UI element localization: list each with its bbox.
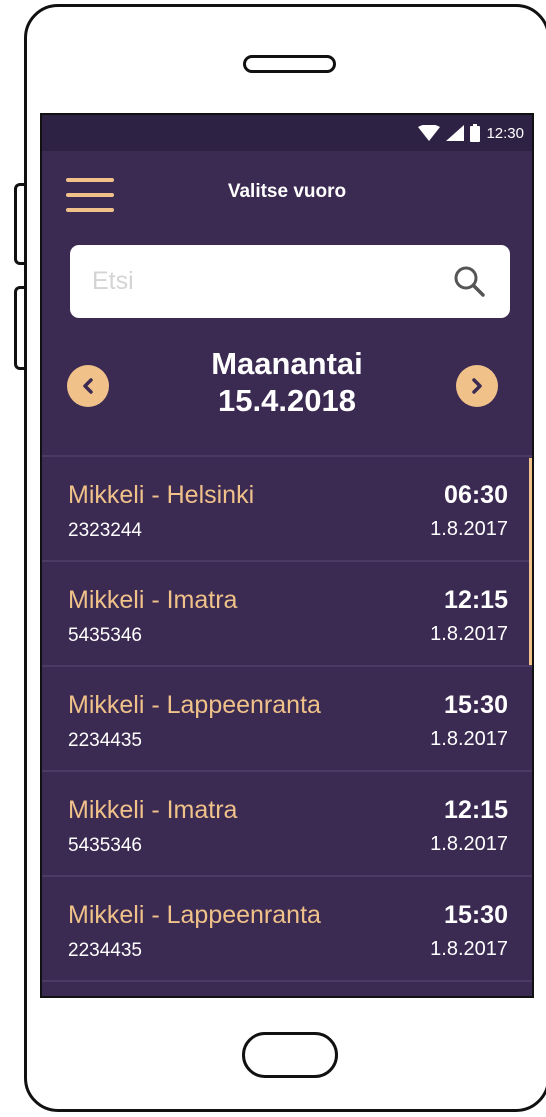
route-time: 12:15 bbox=[444, 586, 508, 614]
status-icons bbox=[418, 124, 481, 142]
battery-icon bbox=[470, 124, 481, 142]
cell-signal-icon bbox=[446, 125, 465, 141]
scrollbar-thumb[interactable] bbox=[529, 458, 532, 665]
route-time: 12:15 bbox=[444, 796, 508, 824]
route-list-item[interactable]: Mikkeli - Lappeenranta 2234435 15:30 1.8… bbox=[42, 665, 532, 770]
route-list-item[interactable]: Mikkeli - Helsinki 2323244 06:30 1.8.201… bbox=[42, 455, 532, 560]
route-code: 2234435 bbox=[68, 730, 142, 751]
route-code: 5435346 bbox=[68, 835, 142, 856]
route-list-item[interactable]: Mikkeli - Lappeenranta 2234435 15:30 1.8… bbox=[42, 875, 532, 980]
route-name: Mikkeli - Imatra bbox=[68, 586, 238, 614]
home-button bbox=[242, 1032, 338, 1078]
date-navigator: Maanantai 15.4.2018 bbox=[42, 340, 532, 430]
route-name: Mikkeli - Lappeenranta bbox=[68, 901, 321, 929]
route-time: 06:30 bbox=[444, 481, 508, 509]
route-code: 2323244 bbox=[68, 520, 142, 541]
chevron-right-icon bbox=[472, 378, 482, 394]
app-bar: Valitse vuoro bbox=[42, 151, 532, 235]
route-list-item[interactable] bbox=[42, 980, 532, 996]
phone-mockup: 12:30 Valitse vuoro Maanantai 15.4.2018 bbox=[0, 0, 546, 1117]
status-bar: 12:30 bbox=[42, 115, 532, 151]
route-time: 15:30 bbox=[444, 901, 508, 929]
route-name: Mikkeli - Helsinki bbox=[68, 481, 255, 509]
route-date: 1.8.2017 bbox=[430, 833, 508, 855]
phone-speaker bbox=[243, 55, 336, 73]
route-date: 1.8.2017 bbox=[430, 518, 508, 540]
route-date: 1.8.2017 bbox=[430, 623, 508, 645]
search-bar bbox=[70, 245, 510, 318]
app-screen: 12:30 Valitse vuoro Maanantai 15.4.2018 bbox=[40, 113, 534, 998]
status-time: 12:30 bbox=[486, 124, 524, 142]
route-date: 1.8.2017 bbox=[430, 938, 508, 960]
route-name: Mikkeli - Imatra bbox=[68, 796, 238, 824]
search-input[interactable] bbox=[70, 267, 452, 296]
route-code: 2234435 bbox=[68, 940, 142, 961]
wifi-icon bbox=[418, 125, 441, 141]
route-time: 15:30 bbox=[444, 691, 508, 719]
route-list: Mikkeli - Helsinki 2323244 06:30 1.8.201… bbox=[42, 455, 532, 996]
route-date: 1.8.2017 bbox=[430, 728, 508, 750]
route-code: 5435346 bbox=[68, 625, 142, 646]
route-name: Mikkeli - Lappeenranta bbox=[68, 691, 321, 719]
route-list-item[interactable]: Mikkeli - Imatra 5435346 12:15 1.8.2017 bbox=[42, 560, 532, 665]
route-list-item[interactable]: Mikkeli - Imatra 5435346 12:15 1.8.2017 bbox=[42, 770, 532, 875]
next-day-button[interactable] bbox=[456, 365, 498, 407]
search-icon[interactable] bbox=[452, 264, 488, 300]
page-title: Valitse vuoro bbox=[227, 181, 347, 202]
